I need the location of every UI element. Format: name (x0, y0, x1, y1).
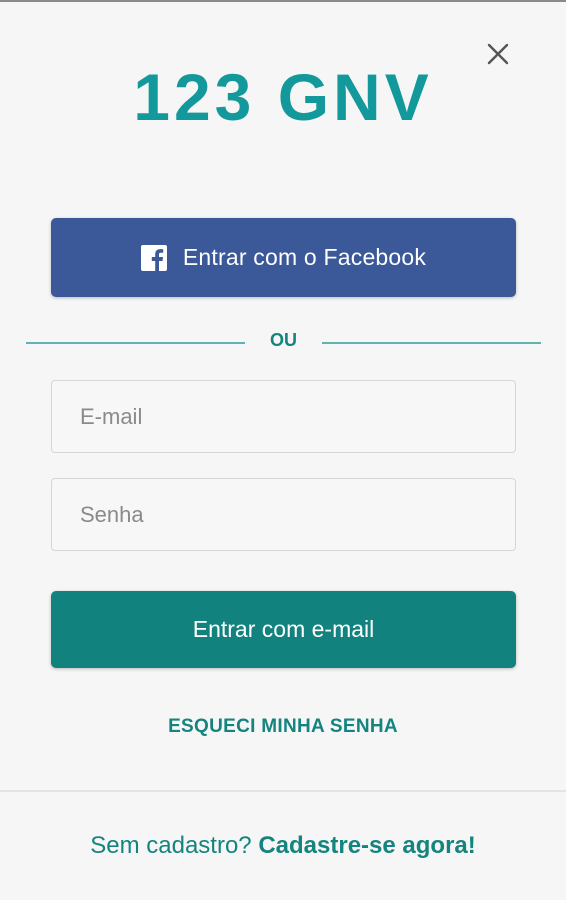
signup-prompt: Sem cadastro? (90, 832, 252, 859)
email-login-button[interactable]: Entrar com e-mail (51, 591, 516, 668)
signup-footer: Sem cadastro? Cadastre-se agora! (0, 832, 566, 860)
brand-logo-text: 123 GNV (133, 62, 432, 132)
forgot-password-link[interactable]: ESQUECI MINHA SENHA (0, 716, 566, 738)
email-field[interactable] (51, 380, 516, 453)
divider-line-left (26, 342, 245, 344)
brand-logo: 123 GNV (0, 60, 566, 137)
facebook-login-button[interactable]: Entrar com o Facebook (51, 218, 516, 297)
password-field[interactable] (51, 478, 516, 551)
footer-divider (0, 790, 566, 792)
facebook-login-label: Entrar com o Facebook (182, 244, 427, 270)
email-login-label: Entrar com e-mail (192, 616, 375, 642)
or-label: OU (270, 330, 297, 350)
facebook-icon (140, 244, 167, 271)
or-divider: OU (0, 328, 566, 358)
login-modal: 123 GNV Entrar com o Facebook OU Entrar … (0, 0, 566, 900)
signup-link[interactable]: Cadastre-se agora! (258, 832, 475, 859)
divider-line-right (322, 342, 541, 344)
